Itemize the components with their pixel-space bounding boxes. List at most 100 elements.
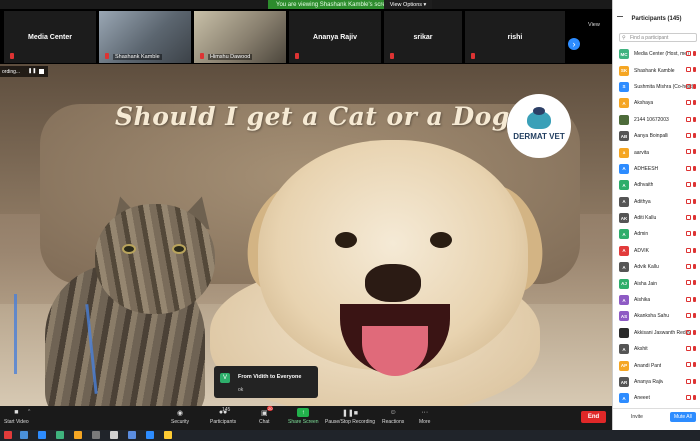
participant-row[interactable]: A ADHEESH	[613, 161, 700, 177]
participant-row[interactable]: A Aneeet	[613, 390, 700, 406]
cat-eye	[172, 244, 186, 254]
pause-recording-icon[interactable]: ❚❚	[28, 68, 36, 74]
participant-avatar: AJ	[619, 278, 629, 289]
participant-row[interactable]: a aarvita	[613, 144, 700, 160]
taskbar-app-icon[interactable]	[56, 431, 64, 439]
participant-name: Akshit	[634, 346, 648, 353]
participant-avatar: A	[619, 344, 629, 355]
annotation-stroke	[14, 294, 17, 374]
participant-name: Sushmita Mishra (Co-host)	[634, 83, 694, 90]
participant-row[interactable]: A Adithya	[613, 194, 700, 210]
participant-avatar	[619, 327, 629, 338]
participant-row[interactable]: AB Aanya Boinpalli	[613, 128, 700, 144]
taskbar-app-icon[interactable]	[110, 431, 118, 439]
chat-button[interactable]: ▣ 20 Chat	[259, 406, 274, 425]
participant-row[interactable]: A Akshit	[613, 341, 700, 357]
participant-row[interactable]: A Adhvaith	[613, 177, 700, 193]
share-screen-button[interactable]: ↑ Share Screen	[288, 408, 319, 425]
taskbar-app-icon[interactable]	[38, 431, 46, 439]
chat-notification[interactable]: V From Vidith to Everyone ok	[214, 366, 318, 398]
participant-row[interactable]: A Advik Kallu	[613, 259, 700, 275]
participant-row[interactable]: MC Media Center (Host, me)	[613, 46, 700, 62]
participant-avatar: MC	[619, 49, 629, 60]
view-options-button[interactable]: View Options ▾	[384, 0, 432, 9]
participant-name: Aanya Boinpalli	[634, 133, 669, 140]
tile-name: Media Center	[28, 33, 72, 41]
participant-row[interactable]: Akkisani Jaswanth Reddy	[613, 325, 700, 341]
video-tile[interactable]: Himshu Dawood	[194, 11, 286, 63]
pause-stop-recording-button[interactable]: ❚❚■ Pause/Stop Recording	[325, 408, 376, 426]
participant-row[interactable]: AK Aditi Kallu	[613, 210, 700, 226]
muted-mic-icon	[693, 395, 696, 401]
start-video-button[interactable]: ■ Start Video	[4, 408, 29, 425]
participant-row[interactable]: 2144 10672003	[613, 112, 700, 128]
video-tile[interactable]: Media Center	[4, 11, 96, 63]
participant-row[interactable]: AJ Aisha Jain	[613, 275, 700, 291]
taskbar-app-icon[interactable]	[74, 431, 82, 439]
tile-name: srikar	[413, 33, 433, 41]
tile-name: Himshu Dawood	[208, 54, 253, 60]
dog-eye	[430, 232, 452, 248]
video-tile[interactable]: Ananya Rajiv	[289, 11, 381, 63]
participant-name: Akshaya	[634, 100, 654, 107]
participants-button[interactable]: ●● 145 Participants	[210, 407, 237, 425]
taskbar-app-icon[interactable]	[164, 431, 172, 439]
participant-row[interactable]: S Sushmita Mishra (Co-host)	[613, 79, 700, 95]
participant-name: Advik Kallu	[634, 264, 659, 271]
shared-screen: Should I get a Cat or a Dog? DERMAT VET	[0, 64, 612, 406]
recording-label: ording...	[2, 68, 21, 75]
stop-recording-icon[interactable]	[39, 69, 44, 74]
dog-nose	[365, 264, 421, 302]
muted-mic-icon	[693, 378, 696, 384]
taskbar-app-icon[interactable]	[128, 431, 136, 439]
invite-button[interactable]: Invite	[631, 414, 643, 420]
muted-mic-icon	[693, 182, 696, 188]
viewing-banner: You are viewing Shashank Kamble's screen…	[268, 0, 432, 9]
video-off-icon	[686, 395, 691, 401]
video-tile[interactable]: srikar	[384, 11, 462, 63]
view-button[interactable]: View	[588, 22, 600, 28]
participant-row[interactable]: A ADVIK	[613, 243, 700, 259]
participant-avatar: a	[619, 147, 629, 158]
muted-mic-icon	[693, 231, 696, 237]
participant-avatar: A	[619, 245, 629, 256]
participant-search-input[interactable]: ⚲ Find a participant	[619, 33, 697, 42]
participant-name: Media Center (Host, me)	[634, 51, 689, 58]
muted-mic-icon	[390, 53, 394, 59]
participant-avatar: SK	[619, 65, 629, 76]
participant-row[interactable]: A Aishika	[613, 292, 700, 308]
participant-name: ADHEESH	[634, 165, 659, 172]
more-button[interactable]: ··· More	[419, 408, 430, 425]
participant-row[interactable]: A Admin	[613, 226, 700, 242]
start-video-label: Start Video	[4, 419, 29, 425]
participant-name: Shashank Kamble	[634, 67, 675, 74]
video-tile[interactable]: rishi	[465, 11, 565, 63]
recording-button-label: Pause/Stop Recording	[325, 419, 376, 425]
muted-mic-icon	[693, 116, 696, 122]
taskbar-app-icon[interactable]	[4, 431, 12, 439]
taskbar-app-icon[interactable]	[92, 431, 100, 439]
muted-mic-icon	[693, 280, 696, 286]
security-button[interactable]: ◉ Security	[171, 408, 189, 426]
participant-row[interactable]: A Akshaya	[613, 95, 700, 111]
participant-row[interactable]: AS Akanksha Sahu	[613, 308, 700, 324]
video-off-icon	[686, 231, 691, 237]
chat-badge: 20	[267, 406, 274, 411]
mute-all-button[interactable]: Mute All	[670, 412, 696, 422]
participant-name: ADVIK	[634, 247, 650, 254]
participant-row[interactable]: AR Ananya Rajiv	[613, 374, 700, 390]
end-meeting-button[interactable]: End	[581, 411, 606, 423]
participant-row[interactable]: SK Shashank Kamble	[613, 62, 700, 78]
dermat-vet-logo: DERMAT VET	[507, 94, 571, 158]
pause-stop-icon: ❚❚■	[342, 409, 358, 417]
video-off-icon	[686, 378, 691, 384]
chat-message: ok	[238, 387, 244, 393]
taskbar-app-icon[interactable]	[146, 431, 154, 439]
participant-row[interactable]: AP Anandi Pant	[613, 357, 700, 373]
taskbar-app-icon[interactable]	[20, 431, 28, 439]
next-page-icon[interactable]: ›	[568, 38, 580, 50]
reactions-button[interactable]: ☺ Reactions	[382, 408, 404, 425]
chevron-up-icon[interactable]: ^	[28, 409, 30, 415]
participants-label: Participants	[210, 419, 237, 425]
video-tile[interactable]: Shashank Kamble	[99, 11, 191, 63]
